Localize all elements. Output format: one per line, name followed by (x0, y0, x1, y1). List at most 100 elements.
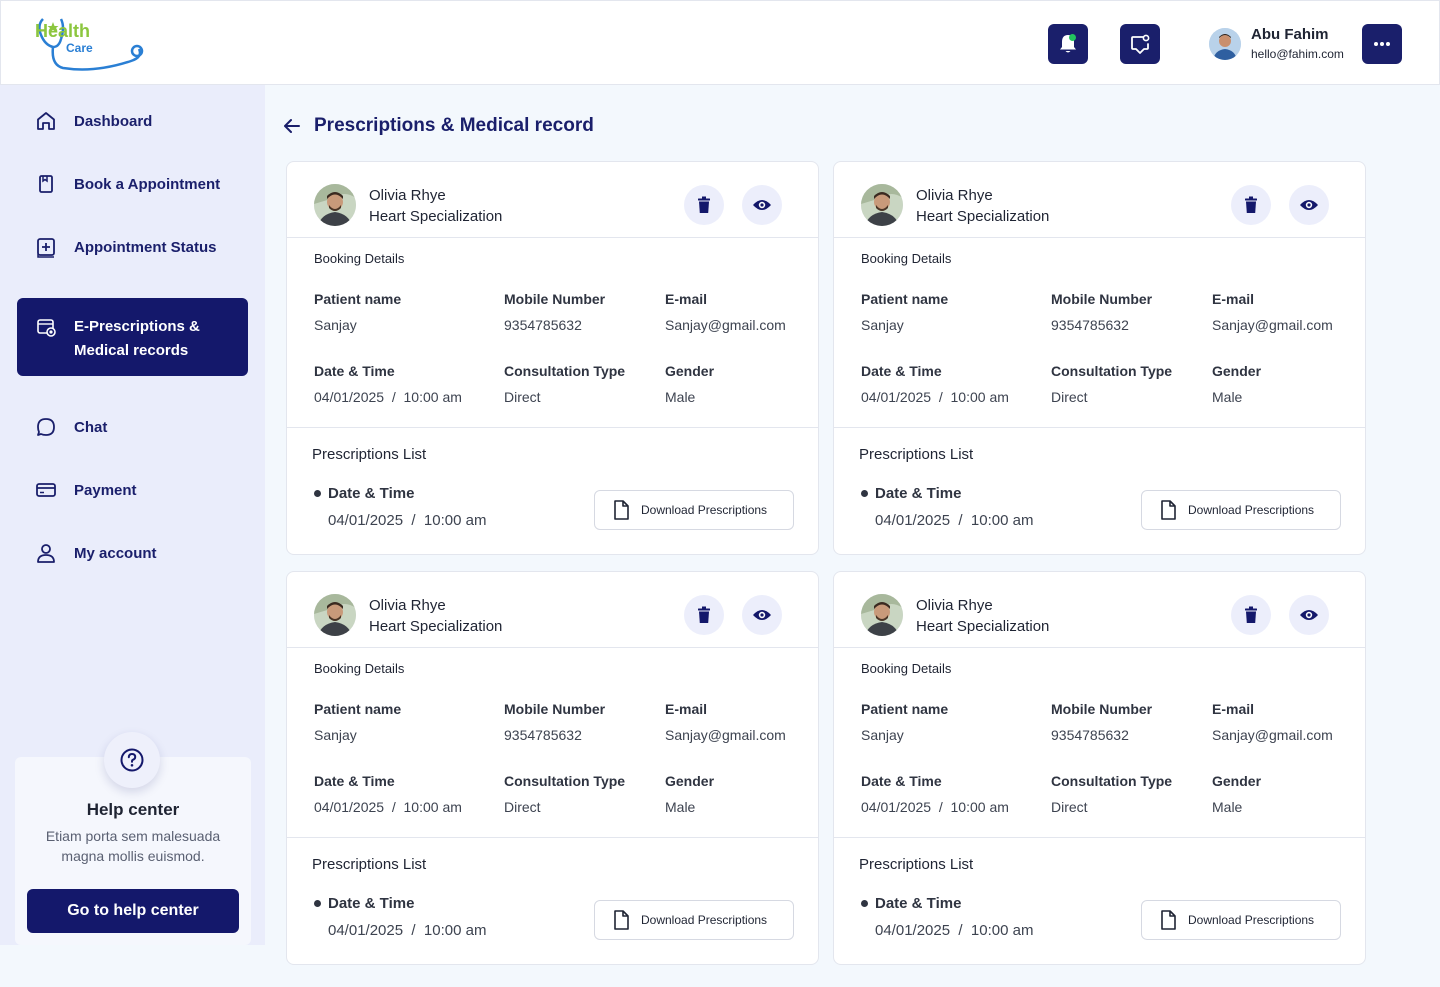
sidebar-item-appointment-status[interactable]: Appointment Status (17, 235, 248, 259)
eye-icon (1300, 200, 1318, 210)
prescription-card: Olivia Rhye Heart Specialization Booking… (833, 161, 1366, 555)
rx-date-time-label: Date & Time (875, 485, 962, 502)
doctor-name: Olivia Rhye (369, 187, 446, 204)
book-icon (34, 172, 58, 196)
eye-icon (753, 200, 771, 210)
view-button[interactable] (1289, 595, 1329, 635)
doctor-avatar (314, 184, 356, 226)
download-prescriptions-button[interactable]: Download Prescriptions (594, 490, 794, 530)
sidebar-item-my-account[interactable]: My account (17, 541, 248, 565)
download-prescriptions-button[interactable]: Download Prescriptions (594, 900, 794, 940)
email-value: Sanjay@gmail.com (1212, 727, 1333, 743)
go-to-help-center-button[interactable]: Go to help center (27, 889, 239, 933)
more-options-button[interactable] (1362, 24, 1402, 64)
file-icon (1160, 500, 1176, 520)
mobile-number-label: Mobile Number (504, 291, 606, 307)
card-divider (287, 837, 818, 838)
mobile-number-label: Mobile Number (504, 701, 606, 717)
sidebar-item-dashboard[interactable]: Dashboard (17, 109, 248, 133)
user-name: Abu Fahim (1251, 26, 1329, 43)
sidebar-item-label: My account (74, 544, 157, 562)
email-value: Sanjay@gmail.com (665, 727, 786, 743)
booking-details-title: Booking Details (314, 661, 405, 676)
doctor-specialization: Heart Specialization (916, 208, 1050, 225)
back-arrow-icon[interactable] (282, 116, 302, 136)
consultation-type-label: Consultation Type (1051, 363, 1173, 379)
user-avatar[interactable] (1209, 28, 1241, 60)
email-value: Sanjay@gmail.com (1212, 317, 1333, 333)
consultation-type-label: Consultation Type (1051, 773, 1173, 789)
doctor-avatar (861, 594, 903, 636)
rx-date-time-label: Date & Time (328, 895, 415, 912)
patient-name-label: Patient name (861, 291, 949, 307)
mobile-number-label: Mobile Number (1051, 291, 1153, 307)
gender-value: Male (1212, 799, 1243, 815)
delete-button[interactable] (1231, 185, 1271, 225)
messages-button[interactable] (1120, 24, 1160, 64)
bullet-dot (861, 490, 868, 497)
doctor-name: Olivia Rhye (916, 187, 993, 204)
email-label: E-mail (665, 291, 708, 307)
sidebar-item-chat[interactable]: Chat (17, 415, 248, 439)
date-time-label: Date & Time (861, 773, 942, 789)
card-divider (834, 237, 1365, 238)
download-label: Download Prescriptions (641, 913, 768, 927)
sidebar-item-label: Book a Appointment (74, 175, 221, 193)
sidebar-item-e-prescriptions[interactable]: E-Prescriptions & Medical records (17, 298, 248, 376)
download-label: Download Prescriptions (641, 503, 768, 517)
patient-name-label: Patient name (314, 701, 402, 717)
email-label: E-mail (665, 701, 708, 717)
view-button[interactable] (1289, 185, 1329, 225)
logo-text-care: Care (66, 41, 93, 55)
doctor-name: Olivia Rhye (369, 597, 446, 614)
gender-label: Gender (665, 773, 715, 789)
booking-details-title: Booking Details (861, 251, 952, 266)
date-time-value: 04/01/2025 / 10:00 am (861, 799, 1009, 815)
view-button[interactable] (742, 185, 782, 225)
delete-button[interactable] (1231, 595, 1271, 635)
booking-details-title: Booking Details (314, 251, 405, 266)
card-divider (834, 427, 1365, 428)
top-header: Health Care Abu Fahim hello@fahim.com (0, 0, 1440, 85)
view-button[interactable] (742, 595, 782, 635)
date-time-value: 04/01/2025 / 10:00 am (861, 389, 1009, 405)
chat-icon (34, 415, 58, 439)
rx-date-time-label: Date & Time (875, 895, 962, 912)
prescriptions-list-title: Prescriptions List (859, 856, 974, 873)
message-settings-icon (1131, 34, 1150, 54)
consultation-type-label: Consultation Type (504, 773, 626, 789)
help-icon-badge (104, 732, 160, 788)
download-prescriptions-button[interactable]: Download Prescriptions (1141, 490, 1341, 530)
download-label: Download Prescriptions (1188, 503, 1315, 517)
bell-icon (1060, 34, 1076, 53)
mobile-number-value: 9354785632 (504, 727, 582, 743)
bullet-dot (861, 900, 868, 907)
rx-date-time-value: 04/01/2025 / 10:00 am (328, 922, 487, 939)
delete-button[interactable] (684, 595, 724, 635)
patient-name-label: Patient name (861, 701, 949, 717)
sidebar-item-label: Appointment Status (74, 238, 217, 256)
download-prescriptions-button[interactable]: Download Prescriptions (1141, 900, 1341, 940)
patient-name-value: Sanjay (861, 317, 904, 333)
rx-date-time-value: 04/01/2025 / 10:00 am (875, 922, 1034, 939)
prescription-icon (34, 315, 58, 339)
user-email: hello@fahim.com (1251, 47, 1344, 61)
rx-date-time-value: 04/01/2025 / 10:00 am (328, 512, 487, 529)
card-divider (287, 647, 818, 648)
page-heading: Prescriptions & Medical record (282, 115, 594, 137)
notifications-button[interactable] (1048, 24, 1088, 64)
help-center-title: Help center (86, 800, 180, 819)
download-label: Download Prescriptions (1188, 913, 1315, 927)
home-icon (34, 109, 58, 133)
file-icon (613, 910, 629, 930)
doctor-avatar (314, 594, 356, 636)
user-photo-icon (1209, 28, 1241, 60)
delete-button[interactable] (684, 185, 724, 225)
sidebar-item-book-appointment[interactable]: Book a Appointment (17, 172, 248, 196)
calendar-plus-icon (34, 235, 58, 259)
card-divider (287, 237, 818, 238)
user-icon (34, 541, 58, 565)
sidebar-item-label: Dashboard (74, 112, 153, 130)
doctor-name: Olivia Rhye (916, 597, 993, 614)
sidebar-item-payment[interactable]: Payment (17, 478, 248, 502)
